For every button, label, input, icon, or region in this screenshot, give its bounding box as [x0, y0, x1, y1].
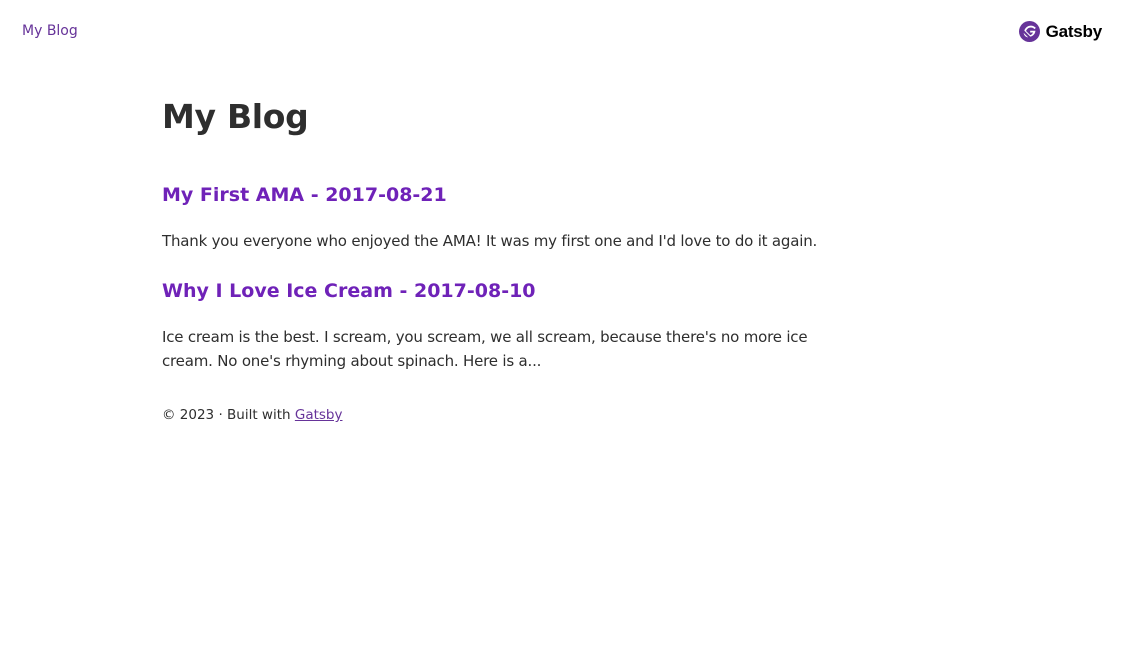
post-excerpt-ama: Thank you everyone who enjoyed the AMA! …	[162, 232, 818, 250]
gatsby-brand-name: Gatsby	[1045, 21, 1103, 41]
post-title-ice-cream: Why I Love Ice Cream - 2017-08-10	[162, 279, 536, 303]
footer-text: © 2023 · Built with	[162, 407, 295, 423]
gatsby-logo-icon	[1018, 21, 1040, 42]
page-title: My Blog	[162, 97, 309, 136]
home-link[interactable]: My Blog	[22, 22, 78, 40]
gatsby-brand[interactable]: Gatsby	[1018, 21, 1103, 42]
footer-gatsby-link[interactable]: Gatsby	[295, 407, 343, 423]
post-link-ama[interactable]: My First AMA - 2017-08-21	[162, 184, 447, 206]
post-title-ama: My First AMA - 2017-08-21	[162, 183, 447, 207]
post-link-ice-cream[interactable]: Why I Love Ice Cream - 2017-08-10	[162, 280, 536, 302]
footer: © 2023 · Built with Gatsby	[162, 405, 342, 425]
post-excerpt-ice-cream: Ice cream is the best. I scream, you scr…	[162, 328, 808, 370]
